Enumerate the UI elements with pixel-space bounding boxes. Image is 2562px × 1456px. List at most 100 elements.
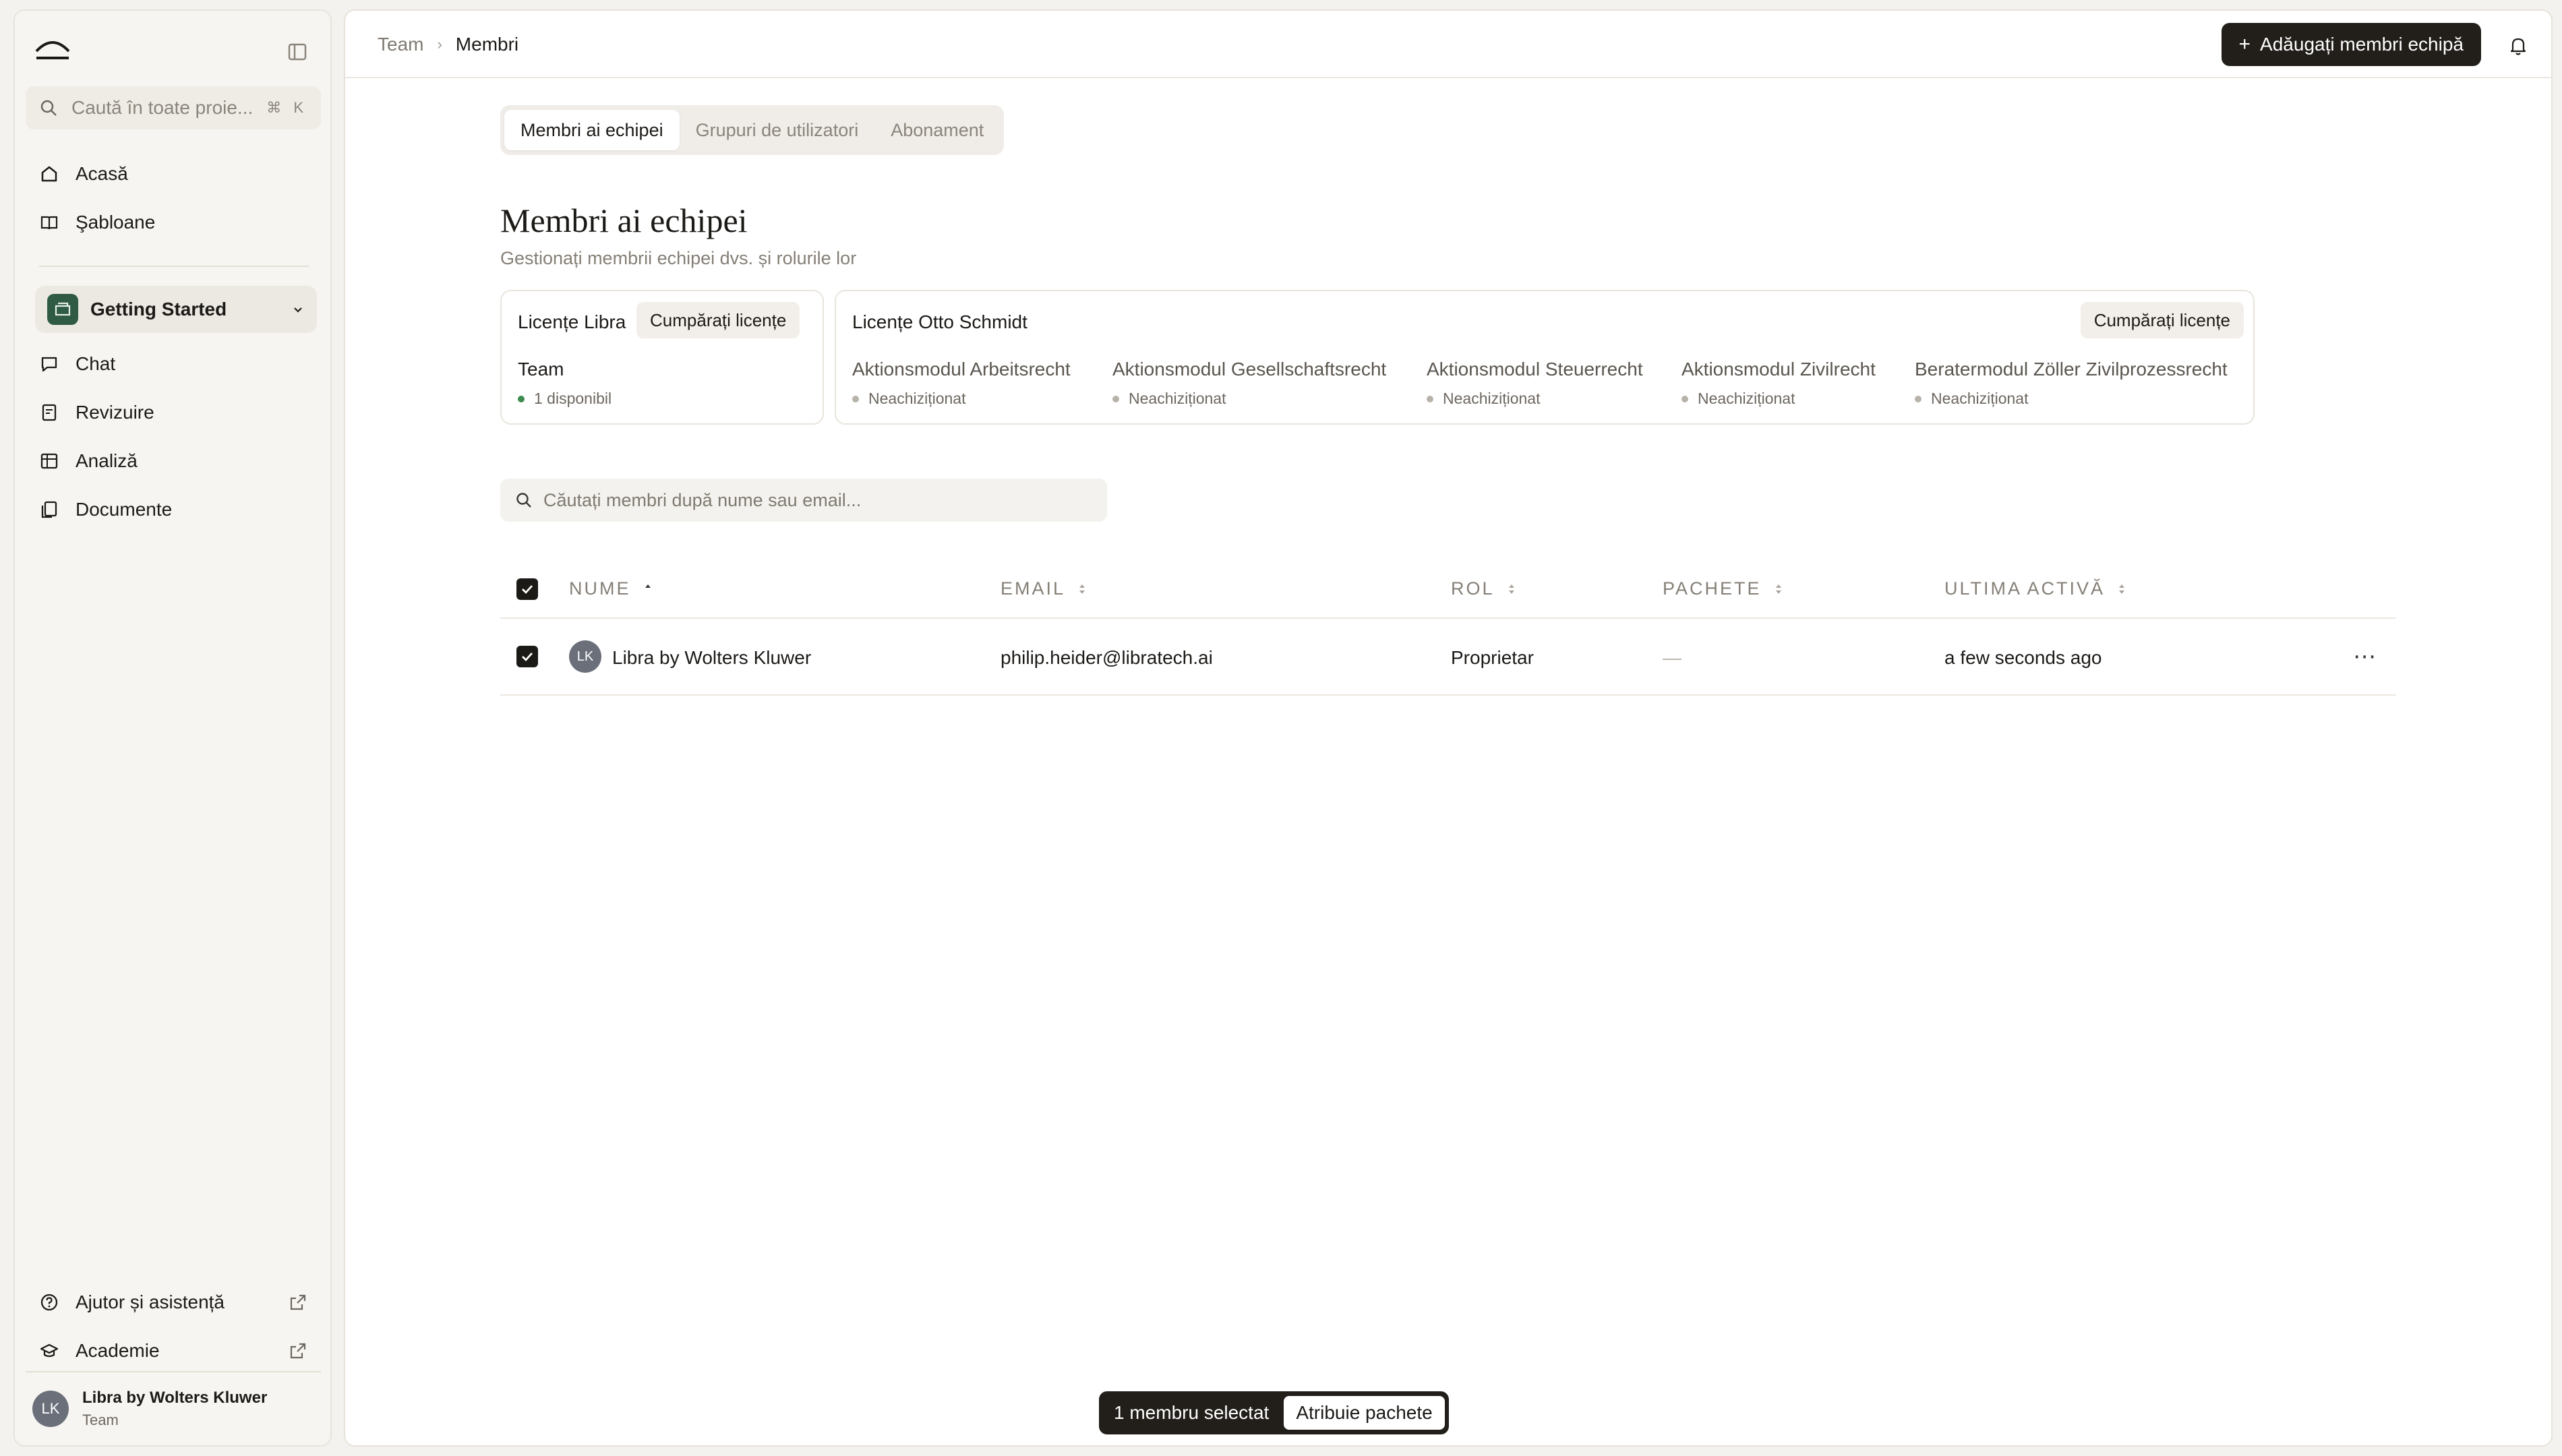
member-packages: — — [1663, 647, 1681, 668]
package-status: Neachiziționat — [1681, 390, 1876, 408]
member-email: philip.heider@libratech.ai — [1001, 647, 1213, 668]
libra-buy-licenses-button[interactable]: Cumpărați licențe — [636, 302, 800, 338]
status-dot-icon — [1427, 395, 1433, 402]
add-team-members-button[interactable]: + Adăugați membri echipă — [2221, 23, 2481, 66]
main-panel: Team › Membri + Adăugați membri echipă M… — [344, 9, 2553, 1447]
assign-packages-button[interactable]: Atribuie pachete — [1284, 1396, 1445, 1430]
chat-icon — [41, 357, 57, 372]
members-table: NUME EMAIL ROL PACHETE ULTIMA ACTIVĂ LK … — [500, 559, 2396, 696]
documents-icon — [41, 501, 57, 518]
breadcrumb-separator-icon: › — [437, 36, 442, 53]
project-selector[interactable]: Getting Started — [35, 286, 317, 333]
status-dot-icon — [1112, 395, 1119, 402]
page-subtitle: Gestionați membrii echipei dvs. și rolur… — [500, 248, 857, 268]
sidebar-item-templates[interactable]: Şabloane — [26, 201, 321, 244]
sidebar-divider — [39, 266, 309, 267]
package-item: Beratermodul Zöller Zivilprozessrecht Ne… — [1915, 359, 2228, 408]
user-name: Libra by Wolters Kluwer — [82, 1389, 268, 1407]
search-icon — [516, 493, 531, 508]
otto-schmidt-licenses-card: Licențe Otto Schmidt Cumpărați licențe A… — [835, 290, 2255, 425]
bell-icon[interactable] — [2508, 35, 2528, 57]
libra-plan-name: Team — [518, 359, 564, 380]
sidebar-item-chat[interactable]: Chat — [26, 342, 321, 386]
package-status-text: Neachiziționat — [1129, 390, 1226, 407]
search-icon — [40, 100, 57, 116]
user-role: Team — [82, 1412, 119, 1428]
status-dot-icon — [852, 395, 859, 402]
tab-user-groups[interactable]: Grupuri de utilizatori — [680, 110, 875, 150]
sort-icon — [1508, 584, 1514, 594]
avatar: LK — [569, 640, 601, 673]
package-name: Beratermodul Zöller Zivilprozessrecht — [1915, 359, 2228, 380]
column-header-label: PACHETE — [1663, 578, 1762, 599]
status-dot-icon — [1915, 395, 1922, 402]
external-link-icon[interactable] — [289, 1293, 307, 1312]
selection-action-bar: 1 membru selectat Atribuie pachete — [1099, 1391, 1449, 1434]
package-status-text: Neachiziționat — [1443, 390, 1541, 407]
sidebar-item-academy[interactable]: Academie — [26, 1329, 321, 1372]
plus-icon: + — [2238, 33, 2251, 55]
book-icon — [40, 216, 58, 230]
sidebar-collapse-icon[interactable] — [287, 42, 307, 62]
tab-team-members[interactable]: Membri ai echipei — [504, 110, 680, 150]
row-more-icon[interactable]: ⋯ — [2353, 643, 2377, 670]
member-search[interactable] — [500, 479, 1107, 522]
member-search-input[interactable] — [543, 489, 1092, 511]
available-dot-icon — [518, 395, 525, 402]
user-profile[interactable]: LK Libra by Wolters Kluwer Team — [32, 1389, 267, 1429]
otto-buy-licenses-button[interactable]: Cumpărați licențe — [2080, 302, 2244, 338]
column-header-last-active[interactable]: ULTIMA ACTIVĂ — [1944, 578, 2126, 599]
chevron-down-icon — [294, 307, 302, 313]
sidebar-item-home[interactable]: Acasă — [26, 152, 321, 195]
page-title: Membri ai echipei — [500, 202, 748, 239]
folder-icon — [47, 294, 78, 325]
table-header: NUME EMAIL ROL PACHETE ULTIMA ACTIVĂ — [500, 559, 2396, 619]
app-logo-icon[interactable] — [34, 35, 71, 62]
package-status-text: Neachiziționat — [1698, 390, 1795, 407]
package-item: Aktionsmodul Arbeitsrecht Neachiziționat — [852, 359, 1071, 408]
column-header-role[interactable]: ROL — [1451, 578, 1516, 599]
package-name: Aktionsmodul Gesellschaftsrecht — [1112, 359, 1387, 380]
graduation-cap-icon — [40, 1343, 59, 1358]
column-header-email[interactable]: EMAIL — [1001, 578, 1087, 599]
member-name: Libra by Wolters Kluwer — [612, 647, 812, 668]
breadcrumb-members: Membri — [455, 34, 519, 55]
sidebar-header — [15, 11, 330, 78]
external-link-icon[interactable] — [289, 1341, 307, 1360]
libra-licenses-title: Licențe Libra — [518, 311, 626, 332]
sidebar-item-label: Documente — [76, 499, 173, 520]
package-status-text: Neachiziționat — [868, 390, 966, 407]
breadcrumb-team[interactable]: Team — [378, 34, 423, 55]
libra-licenses-card: Licențe Libra Cumpărați licențe Team 1 d… — [500, 290, 824, 425]
column-header-packages[interactable]: PACHETE — [1663, 578, 1783, 599]
global-search[interactable]: Caută în toate proie... ⌘ K — [26, 86, 321, 129]
sidebar-item-label: Academie — [76, 1340, 160, 1361]
tab-subscription[interactable]: Abonament — [874, 110, 1000, 150]
sidebar-item-documents[interactable]: Documente — [26, 488, 321, 531]
select-all-checkbox[interactable] — [516, 578, 538, 600]
home-icon — [41, 166, 57, 182]
sidebar-item-help[interactable]: Ajutor și asistență — [26, 1281, 321, 1324]
sidebar: Caută în toate proie... ⌘ K Acasă Şabloa… — [13, 9, 332, 1447]
project-name: Getting Started — [90, 299, 227, 320]
selected-count: 1 membru selectat — [1114, 1402, 1270, 1423]
breadcrumb: Team › Membri — [378, 34, 518, 55]
global-search-placeholder: Caută în toate proie... — [71, 97, 254, 118]
sidebar-item-review[interactable]: Revizuire — [26, 391, 321, 434]
package-name: Aktionsmodul Zivilrecht — [1681, 359, 1876, 380]
sort-icon — [1079, 584, 1085, 594]
package-status: Neachiziționat — [1112, 390, 1386, 408]
column-header-name[interactable]: NUME — [569, 578, 653, 599]
checkmark-icon — [522, 653, 533, 662]
table-icon — [40, 453, 58, 469]
package-status: Neachiziționat — [1915, 390, 2228, 408]
avatar: LK — [32, 1391, 69, 1427]
otto-schmidt-licenses-title: Licențe Otto Schmidt — [852, 311, 1027, 332]
sort-icon — [1775, 584, 1781, 594]
member-role: Proprietar — [1451, 647, 1534, 668]
sidebar-item-analysis[interactable]: Analiză — [26, 439, 321, 483]
table-row[interactable]: LK Libra by Wolters Kluwer philip.heider… — [500, 619, 2396, 696]
sidebar-divider — [26, 1371, 321, 1372]
row-checkbox[interactable] — [516, 646, 538, 667]
libra-plan-status-text: 1 disponibil — [534, 390, 612, 407]
